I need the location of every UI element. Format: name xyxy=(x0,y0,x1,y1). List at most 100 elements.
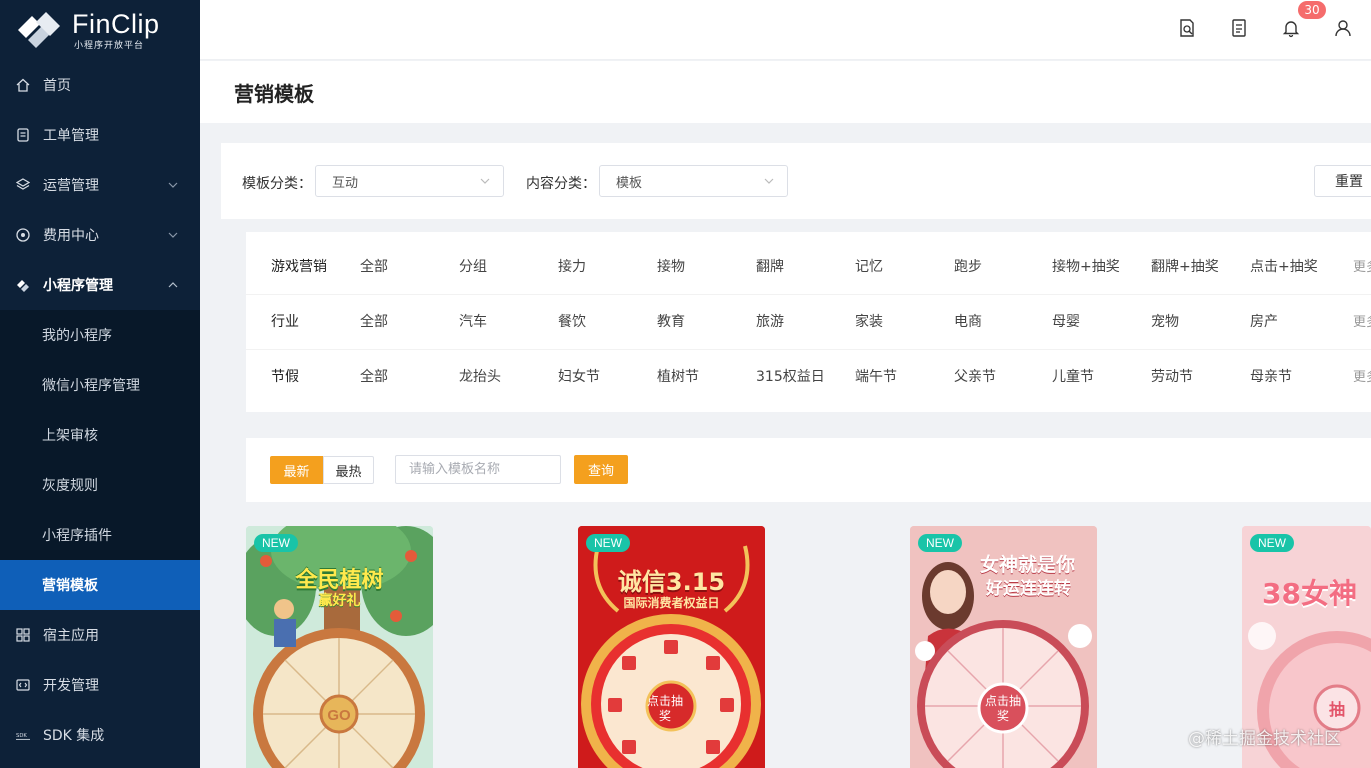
doc-search-icon[interactable] xyxy=(1175,16,1199,40)
content-category-label: 内容分类： xyxy=(526,176,596,192)
category-option[interactable]: 全部 xyxy=(360,311,388,331)
sidebar-item-home[interactable]: 首页 xyxy=(0,60,200,110)
sort-search-bar: 最新 最热 查询 xyxy=(246,438,1371,502)
page-title-bar: 营销模板 xyxy=(200,61,1371,123)
home-icon xyxy=(16,78,30,92)
miniprogram-icon xyxy=(16,278,30,292)
category-option[interactable]: 全部 xyxy=(360,256,388,276)
grid-icon xyxy=(16,628,30,642)
sidebar-subitem-wechat-miniprograms[interactable]: 微信小程序管理 xyxy=(0,360,200,410)
user-icon[interactable] xyxy=(1331,16,1355,40)
more-link[interactable]: 更多 xyxy=(1353,256,1371,275)
category-option[interactable]: 翻牌+抽奖 xyxy=(1151,256,1219,276)
reset-button[interactable]: 重置 xyxy=(1314,165,1371,197)
sidebar-subitem-marketing-templates[interactable]: 营销模板 xyxy=(0,560,200,610)
template-name-search-input[interactable] xyxy=(395,455,561,484)
new-badge: NEW xyxy=(918,534,962,552)
chevron-up-icon xyxy=(168,282,178,288)
sidebar-subitem-plugins[interactable]: 小程序插件 xyxy=(0,510,200,560)
category-option[interactable]: 母婴 xyxy=(1052,311,1080,331)
category-option[interactable]: 父亲节 xyxy=(954,366,996,386)
sidebar-subitem-my-miniprograms[interactable]: 我的小程序 xyxy=(0,310,200,360)
more-link[interactable]: 更多 xyxy=(1353,311,1371,330)
category-option[interactable]: 接物+抽奖 xyxy=(1052,256,1120,276)
bell-icon[interactable] xyxy=(1279,16,1303,40)
category-option[interactable]: 翻牌 xyxy=(756,256,784,276)
wheel-center-label: 点击抽奖 xyxy=(646,694,683,723)
sidebar-item-operations[interactable]: 运营管理 xyxy=(0,160,200,210)
sort-newest-button[interactable]: 最新 xyxy=(270,456,323,484)
template-card[interactable]: NEW GO 全民植树 赢好礼 xyxy=(246,526,433,768)
category-option[interactable]: 植树节 xyxy=(657,366,699,386)
category-option[interactable]: 端午节 xyxy=(855,366,897,386)
sidebar-item-label: SDK 集成 xyxy=(43,728,105,744)
category-option[interactable]: 教育 xyxy=(657,311,685,331)
wheel-center-label: 点击抽奖 xyxy=(984,694,1021,723)
template-card[interactable]: NEW 诚信3.15 国际消费者权益日 点击抽奖 xyxy=(578,526,765,768)
sidebar-item-host-apps[interactable]: 宿主应用 xyxy=(0,610,200,660)
template-title: 诚信3.15 xyxy=(617,568,726,596)
watermark: @稀土掘金技术社区 xyxy=(1188,729,1341,749)
page-title: 营销模板 xyxy=(234,82,314,106)
app-root: FinClip 小程序开放平台 首页 工单管理 运营管理 费用中心 小程序管理 … xyxy=(0,0,1371,768)
category-option[interactable]: 劳动节 xyxy=(1151,366,1193,386)
category-option[interactable]: 电商 xyxy=(954,311,982,331)
chevron-down-icon xyxy=(168,182,178,188)
template-category-select[interactable]: 互动 xyxy=(315,165,504,197)
sdk-icon: SDK xyxy=(16,728,30,742)
category-option[interactable]: 餐饮 xyxy=(558,311,586,331)
sidebar-item-label: 首页 xyxy=(43,78,71,94)
category-option[interactable]: 分组 xyxy=(459,256,487,276)
sort-hottest-button[interactable]: 最热 xyxy=(323,456,374,484)
category-option[interactable]: 接力 xyxy=(558,256,586,276)
category-row-heading: 节假 xyxy=(271,369,299,385)
sidebar-subitem-review[interactable]: 上架审核 xyxy=(0,410,200,460)
template-title: 女神就是你 xyxy=(980,554,1076,576)
category-option[interactable]: 妇女节 xyxy=(558,366,600,386)
category-option[interactable]: 房产 xyxy=(1250,311,1278,331)
notification-badge: 30 xyxy=(1298,1,1326,19)
sidebar-item-miniprogram[interactable]: 小程序管理 xyxy=(0,260,200,310)
category-option[interactable]: 315权益日 xyxy=(756,366,825,386)
category-option[interactable]: 家装 xyxy=(855,311,883,331)
chevron-down-icon xyxy=(168,232,178,238)
layers-icon xyxy=(16,178,30,192)
sidebar-subitem-grayscale-rules[interactable]: 灰度规则 xyxy=(0,460,200,510)
sidebar-item-label: 工单管理 xyxy=(43,128,99,144)
logo-name: FinClip xyxy=(72,8,160,39)
sidebar-item-label: 小程序管理 xyxy=(43,278,113,294)
sidebar-item-dev[interactable]: 开发管理 xyxy=(0,660,200,710)
filter-bar: 模板分类： 互动 内容分类： 模板 重置 xyxy=(221,143,1371,219)
template-subtitle: 赢好礼 xyxy=(318,593,361,609)
category-option[interactable]: 旅游 xyxy=(756,311,784,331)
sidebar-item-label: 宿主应用 xyxy=(43,628,99,644)
sidebar-item-sdk[interactable]: SDK SDK 集成 xyxy=(0,710,200,760)
finclip-logo-icon xyxy=(18,12,60,48)
category-option[interactable]: 点击+抽奖 xyxy=(1250,256,1318,276)
category-option[interactable]: 接物 xyxy=(657,256,685,276)
category-option[interactable]: 记忆 xyxy=(855,256,883,276)
content-category-select[interactable]: 模板 xyxy=(599,165,788,197)
template-card[interactable]: NEW 女神就是你 好运连连转 点击抽奖 xyxy=(910,526,1097,768)
content-category-value: 模板 xyxy=(616,175,643,191)
sidebar-item-label: 开发管理 xyxy=(43,678,99,694)
category-option[interactable]: 龙抬头 xyxy=(459,366,501,386)
category-table: 游戏营销 全部 分组 接力 接物 翻牌 记忆 跑步 接物+抽奖 翻牌+抽奖 点击… xyxy=(246,232,1371,412)
category-option[interactable]: 宠物 xyxy=(1151,311,1179,331)
category-row-industry: 行业 全部 汽车 餐饮 教育 旅游 家装 电商 母婴 宠物 房产 更多 xyxy=(246,295,1371,350)
category-option[interactable]: 儿童节 xyxy=(1052,366,1094,386)
more-link[interactable]: 更多 xyxy=(1353,366,1371,385)
logo[interactable]: FinClip 小程序开放平台 xyxy=(0,0,200,60)
category-option[interactable]: 母亲节 xyxy=(1250,366,1292,386)
sidebar-item-tickets[interactable]: 工单管理 xyxy=(0,110,200,160)
wheel-center-label: GO xyxy=(327,707,351,724)
document-icon[interactable] xyxy=(1227,16,1251,40)
category-option[interactable]: 跑步 xyxy=(954,256,982,276)
top-header: 30 xyxy=(200,0,1371,60)
template-subtitle: 好运连连转 xyxy=(986,579,1071,599)
new-badge: NEW xyxy=(254,534,298,552)
category-option[interactable]: 全部 xyxy=(360,366,388,386)
query-button[interactable]: 查询 xyxy=(574,455,628,484)
category-option[interactable]: 汽车 xyxy=(459,311,487,331)
sidebar-item-billing[interactable]: 费用中心 xyxy=(0,210,200,260)
